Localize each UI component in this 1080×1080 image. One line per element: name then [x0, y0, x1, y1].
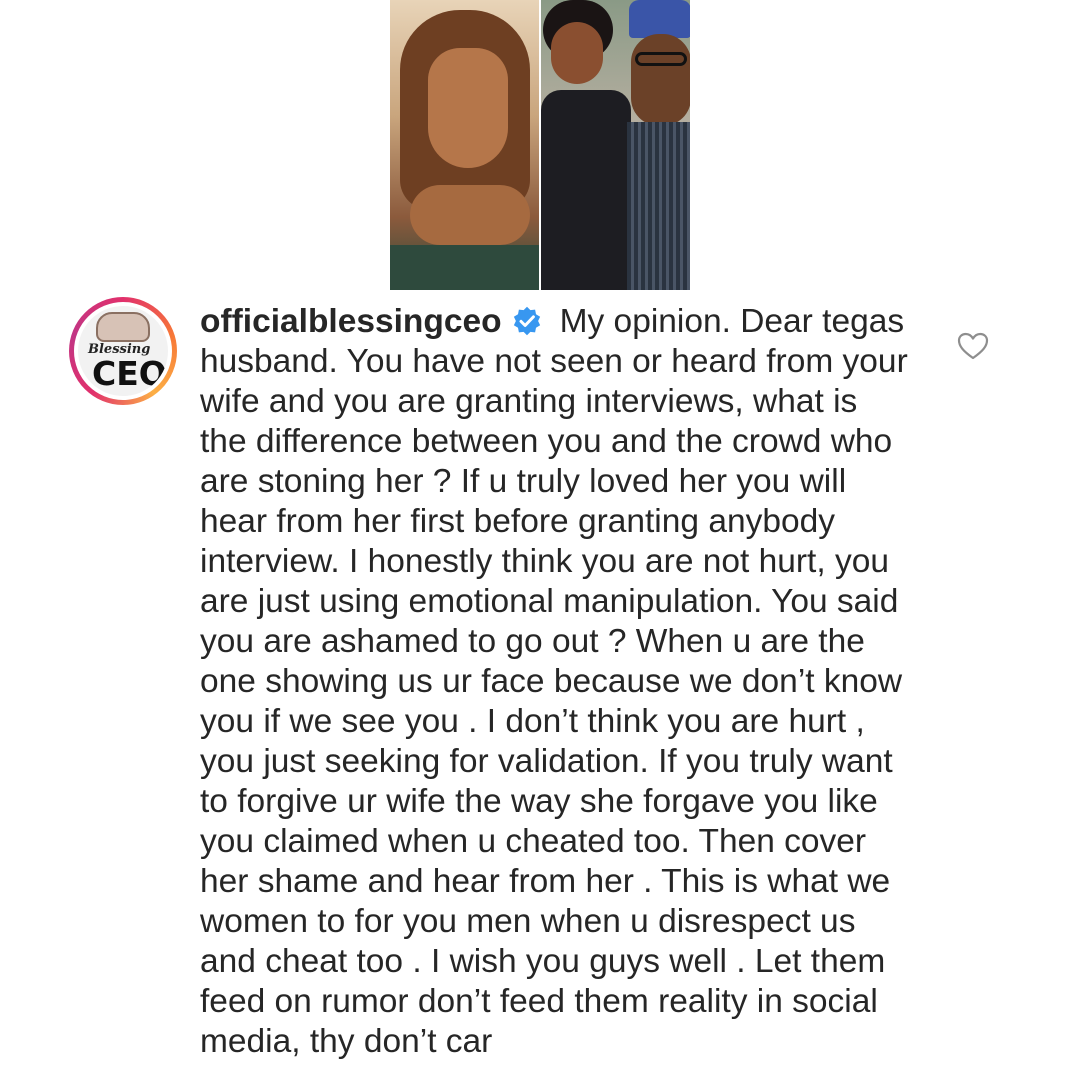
photo-cap	[629, 0, 690, 38]
photo-top	[390, 245, 539, 290]
username-link[interactable]: officialblessingceo	[200, 303, 502, 340]
comment-line: interview. I honestly think you are not …	[200, 543, 889, 580]
comment-line: hear from her first before granting anyb…	[200, 503, 835, 540]
photo-face	[428, 48, 508, 168]
avatar[interactable]: Blessing CEO	[69, 297, 177, 405]
comment-line: her shame and hear from her . This is wh…	[200, 863, 891, 900]
comment-text: My opinion. Dear tegas	[559, 303, 905, 340]
photo-right	[541, 0, 690, 290]
comment-line: husband. You have not seen or heard from…	[200, 343, 908, 380]
photo-dress	[541, 90, 631, 290]
photo-man-face	[631, 34, 690, 126]
comment-line: you are ashamed to go out ? When u are t…	[200, 623, 865, 660]
comment-line: are just using emotional manipulation. Y…	[200, 583, 899, 620]
photo-left	[390, 0, 539, 290]
comment-line: you just seeking for validation. If you …	[200, 743, 893, 780]
avatar-ring-gap: Blessing CEO	[74, 302, 172, 400]
hand-logo-icon	[96, 312, 150, 342]
comment-line: and cheat too . I wish you guys well . L…	[200, 943, 886, 980]
heart-outline-icon[interactable]	[957, 332, 989, 360]
comment-line: women to for you men when u disrespect u…	[200, 903, 856, 940]
comment-body: officialblessingceo My opinion. Dear tega…	[200, 302, 940, 1062]
comment-line: are stoning her ? If u truly loved her y…	[200, 463, 847, 500]
photo-glasses	[635, 52, 687, 66]
comment-line: media, thy don’t car	[200, 1023, 493, 1060]
comment-line: to forgive ur wife the way she forgave y…	[200, 783, 878, 820]
comment-line: officialblessingceo My opinion. Dear tega…	[200, 302, 940, 342]
photo-shirt	[627, 122, 690, 290]
post-image[interactable]	[390, 0, 690, 290]
comment-line: feed on rumor don’t feed them reality in…	[200, 983, 878, 1020]
avatar-logo: Blessing CEO	[78, 306, 168, 396]
comment-line: you if we see you . I don’t think you ar…	[200, 703, 865, 740]
avatar-logo-text: CEO	[92, 354, 167, 393]
comment-line: the difference between you and the crowd…	[200, 423, 893, 460]
comment-line: one showing us ur face because we don’t …	[200, 663, 903, 700]
verified-badge-icon	[513, 306, 540, 336]
photo-hand	[410, 185, 530, 245]
comment-line: you claimed when u cheated too. Then cov…	[200, 823, 867, 860]
comment-line: wife and you are granting interviews, wh…	[200, 383, 858, 420]
photo-woman-face	[551, 22, 603, 84]
